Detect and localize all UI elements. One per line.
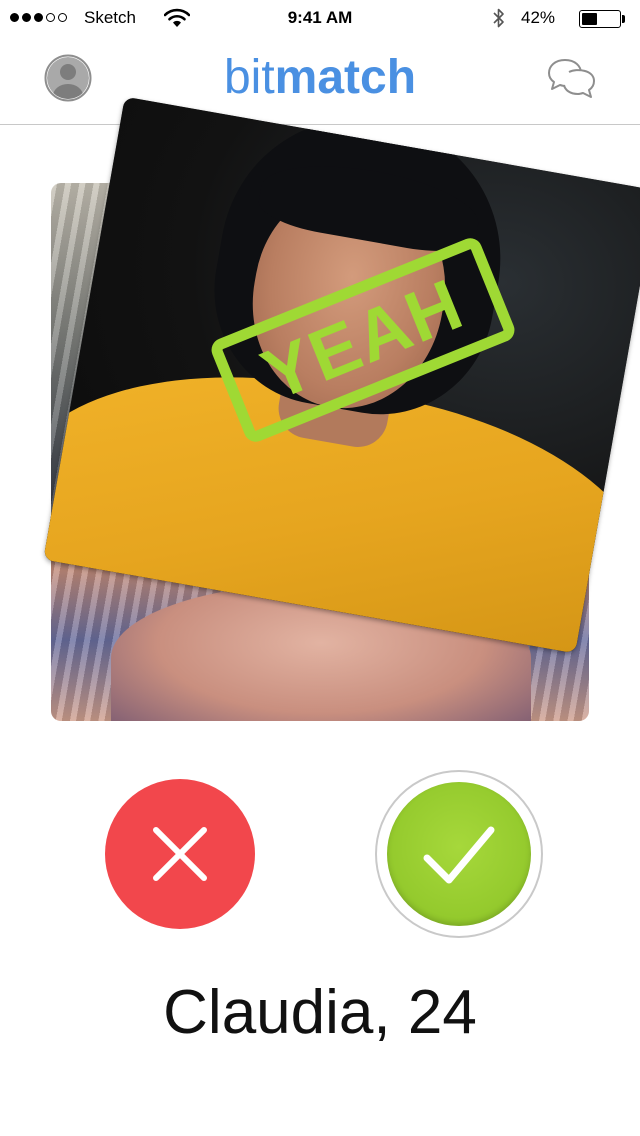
like-button[interactable]: [375, 770, 543, 938]
dislike-button[interactable]: [105, 779, 255, 929]
nav-bar: bitmatch: [0, 40, 640, 125]
battery-percent: 42%: [521, 8, 556, 27]
battery-icon: [579, 10, 627, 28]
close-icon: [153, 827, 207, 881]
logo-text-match: match: [274, 51, 417, 104]
logo-text-bit: bit: [223, 51, 275, 104]
bluetooth-icon: [493, 8, 504, 28]
profile-name-age: Claudia, 24: [163, 978, 477, 1047]
chat-icon[interactable]: [547, 56, 597, 100]
app-logo: bitmatch: [0, 50, 640, 105]
checkmark-icon: [423, 826, 495, 884]
status-bar: Sketch 9:41 AM 42%: [0, 0, 640, 40]
